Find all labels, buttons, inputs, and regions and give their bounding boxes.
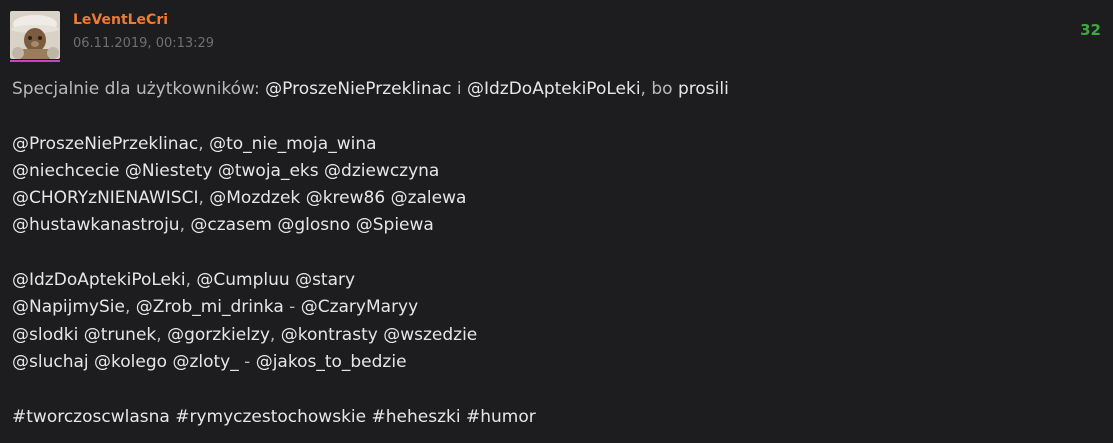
user-mention-link[interactable]: @CHORYzNIENAWISCI [12,188,198,208]
post-line: Specjalnie dla użytkowników: @ProszeNieP… [12,76,1102,103]
avatar-container[interactable] [10,11,60,64]
post-line: @ProszeNiePrzeklinac, @to_nie_moja_wina [12,131,1102,158]
post-line: @niechcecie @Niestety @twoja_eks @dziewc… [12,158,1102,185]
post-line: @hustawkanastroju, @czasem @glosno @Spie… [12,212,1102,239]
post-text: , [179,215,191,236]
hashtag-link[interactable]: #heheszki [372,407,461,427]
user-mention-link[interactable]: @Niestety [125,161,213,181]
user-mention-link[interactable]: @kolego [94,352,167,372]
avatar[interactable] [10,11,60,59]
user-mention-link[interactable]: prosili [678,79,729,99]
hashtag-link[interactable]: #tworczoscwlasna [12,407,170,427]
post-line: @sluchaj @kolego @zloty_ - @jakos_to_bed… [12,349,1102,376]
author-name-link[interactable]: LeVentLeCri [73,12,168,28]
post-line: @CHORYzNIENAWISCI, @Mozdzek @krew86 @zal… [12,185,1102,212]
avatar-gender-bar [10,60,60,62]
post-text: , [269,324,281,345]
post-line: #tworczoscwlasna #rymyczestochowskie #he… [12,404,1102,431]
post-text: , [198,133,210,154]
vote-count[interactable]: 32 [1080,21,1101,39]
user-mention-link[interactable]: @niechcecie [12,161,119,181]
user-mention-link[interactable]: @zloty_ [172,352,238,372]
user-mention-link[interactable]: @NapijmySie [12,297,125,317]
user-mention-link[interactable]: @to_nie_moja_wina [209,134,376,154]
post-text: , [124,297,136,318]
post-text: , [185,270,197,291]
user-mention-link[interactable]: @CzaryMaryy [301,297,418,317]
user-mention-link[interactable]: @IdzDoAptekiPoLeki [467,79,641,99]
user-mention-link[interactable]: @trunek [84,325,157,345]
user-mention-link[interactable]: @IdzDoAptekiPoLeki [12,270,186,290]
user-mention-link[interactable]: @jakos_to_bedzie [256,352,407,372]
user-mention-link[interactable]: @czasem [190,215,272,235]
user-mention-link[interactable]: @zalewa [391,188,467,208]
hashtag-link[interactable]: #humor [466,407,536,427]
post-timestamp: 06.11.2019, 00:13:29 [73,36,215,51]
post-line: @slodki @trunek, @gorzkielzy, @kontrasty… [12,322,1102,349]
user-mention-link[interactable]: @Zrob_mi_drinka [136,297,284,317]
user-mention-link[interactable]: @Spiewa [356,215,434,235]
user-mention-link[interactable]: @gorzkielzy [167,325,270,345]
user-mention-link[interactable]: @ProszeNiePrzeklinac [12,134,198,154]
post-text: , bo [640,79,678,99]
user-mention-link[interactable]: @krew86 [306,188,385,208]
user-mention-link[interactable]: @kontrasty [281,325,378,345]
post-line: @IdzDoAptekiPoLeki, @Cumpluu @stary [12,267,1102,294]
user-mention-link[interactable]: @Mozdzek [209,188,300,208]
user-mention-link[interactable]: @sluchaj [12,352,89,372]
user-mention-link[interactable]: @twoja_eks [218,161,319,181]
user-mention-link[interactable]: @slodki [12,325,78,345]
post-line: @NapijmySie, @Zrob_mi_drinka - @CzaryMar… [12,294,1102,321]
post-text: , [198,188,210,209]
entry-card: LeVentLeCri 06.11.2019, 00:13:29 32 Spec… [0,0,1113,443]
post-body: Specjalnie dla użytkowników: @ProszeNieP… [12,76,1102,431]
post-text: Specjalnie dla użytkowników: [12,79,266,99]
user-mention-link[interactable]: @hustawkanastroju [12,215,180,235]
post-text: - [283,297,301,318]
user-mention-link[interactable]: @ProszeNiePrzeklinac [265,79,451,99]
post-text: i [451,79,467,99]
user-mention-link[interactable]: @glosno [277,215,350,235]
post-text: - [238,351,256,372]
user-mention-link[interactable]: @wszedzie [383,325,477,345]
hashtag-link[interactable]: #rymyczestochowskie [175,407,366,427]
user-mention-link[interactable]: @Cumpluu [196,270,289,290]
user-mention-link[interactable]: @stary [295,270,355,290]
post-text: , [156,324,168,345]
user-mention-link[interactable]: @dziewczyna [324,161,439,181]
